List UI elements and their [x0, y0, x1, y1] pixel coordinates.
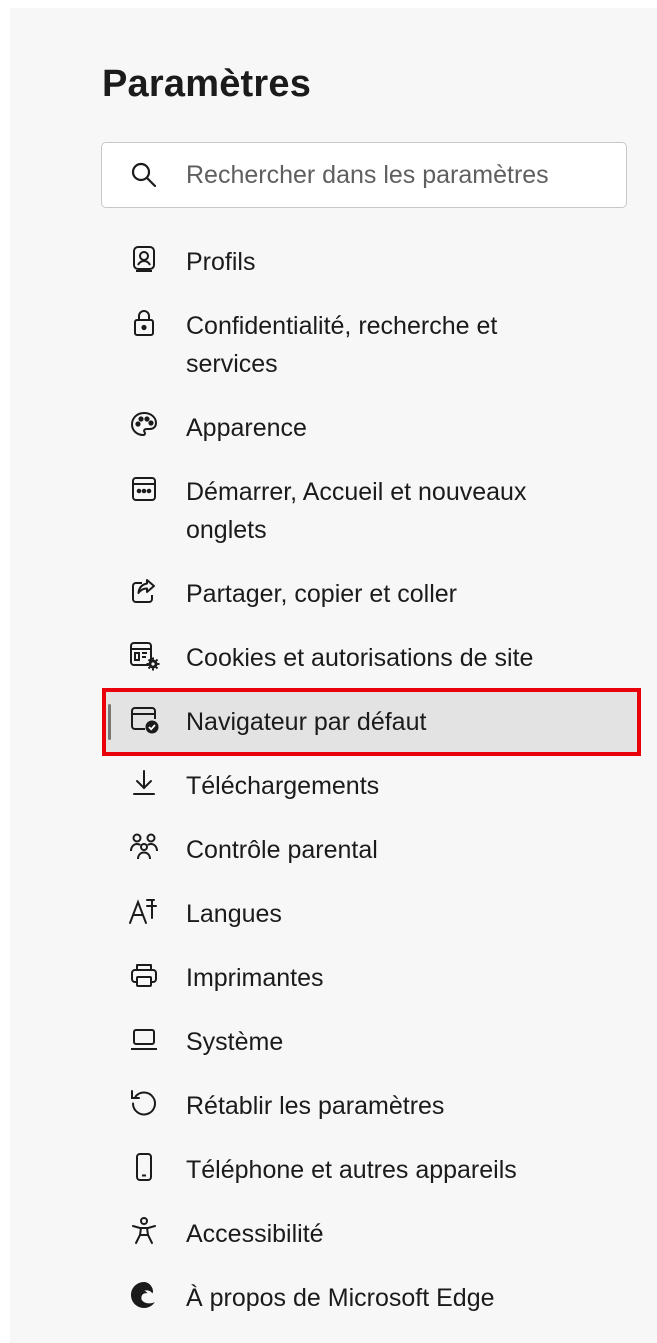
sidebar-item-retablir[interactable]: Rétablir les paramètres — [106, 1076, 637, 1136]
sidebar-item-label: Navigateur par défaut — [186, 708, 427, 736]
search-icon — [128, 159, 160, 191]
accessibility-icon — [126, 1213, 162, 1249]
sidebar-item-label: Démarrer, Accueil et nouveaux onglets — [186, 478, 527, 544]
lock-icon — [126, 305, 162, 341]
search-input[interactable] — [184, 159, 608, 191]
sidebar-item-a-propos[interactable]: À propos de Microsoft Edge — [106, 1268, 637, 1328]
default-browser-icon — [126, 701, 162, 737]
sidebar-item-label: Langues — [186, 900, 282, 928]
sidebar-item-label: Partager, copier et coller — [186, 580, 457, 608]
sidebar-item-apparence[interactable]: Apparence — [106, 398, 637, 458]
sidebar-item-label: Apparence — [186, 414, 307, 442]
page-title: Paramètres — [102, 63, 312, 105]
sidebar-item-langues[interactable]: Langues — [106, 884, 637, 944]
palette-icon — [126, 407, 162, 443]
sidebar-item-label: Rétablir les paramètres — [186, 1092, 445, 1120]
sidebar-item-label: Téléphone et autres appareils — [186, 1156, 517, 1184]
sidebar-item-label: Profils — [186, 248, 256, 276]
sidebar-item-partager[interactable]: Partager, copier et coller — [106, 564, 637, 624]
search-box[interactable] — [101, 142, 627, 208]
printer-icon — [126, 957, 162, 993]
sidebar-item-profils[interactable]: Profils — [106, 232, 637, 292]
sidebar-item-navigateur-par-defaut[interactable]: Navigateur par défaut — [102, 688, 641, 756]
sidebar-item-telephone[interactable]: Téléphone et autres appareils — [106, 1140, 637, 1200]
sidebar-item-label: Confidentialité, recherche et services — [186, 312, 498, 378]
language-icon — [126, 893, 162, 929]
home-tabs-icon — [126, 471, 162, 507]
sidebar-item-systeme[interactable]: Système — [106, 1012, 637, 1072]
settings-nav: Profils Confidentialité, recherche et se… — [102, 232, 641, 1332]
sidebar-item-imprimantes[interactable]: Imprimantes — [106, 948, 637, 1008]
reset-icon — [126, 1085, 162, 1121]
edge-logo-icon — [126, 1277, 162, 1313]
laptop-icon — [126, 1021, 162, 1057]
settings-sidebar: Paramètres Profils — [10, 8, 657, 1343]
sidebar-item-cookies[interactable]: Cookies et autorisations de site — [106, 628, 637, 688]
sidebar-item-accessibilite[interactable]: Accessibilité — [106, 1204, 637, 1264]
family-icon — [126, 829, 162, 865]
sidebar-item-label: À propos de Microsoft Edge — [186, 1284, 495, 1312]
sidebar-item-label: Téléchargements — [186, 772, 380, 800]
sidebar-item-label: Contrôle parental — [186, 836, 378, 864]
download-icon — [126, 765, 162, 801]
profile-icon — [126, 241, 162, 277]
site-permissions-icon — [126, 637, 162, 673]
sidebar-item-label: Imprimantes — [186, 964, 324, 992]
sidebar-item-confidentialite[interactable]: Confidentialité, recherche et services — [106, 296, 637, 394]
sidebar-item-label: Accessibilité — [186, 1220, 324, 1248]
sidebar-item-label: Système — [186, 1028, 284, 1056]
sidebar-item-controle-parental[interactable]: Contrôle parental — [106, 820, 637, 880]
share-icon — [126, 573, 162, 609]
sidebar-item-demarrer[interactable]: Démarrer, Accueil et nouveaux onglets — [106, 462, 637, 560]
sidebar-item-label: Cookies et autorisations de site — [186, 644, 534, 672]
phone-icon — [126, 1149, 162, 1185]
sidebar-item-telechargements[interactable]: Téléchargements — [106, 756, 637, 816]
